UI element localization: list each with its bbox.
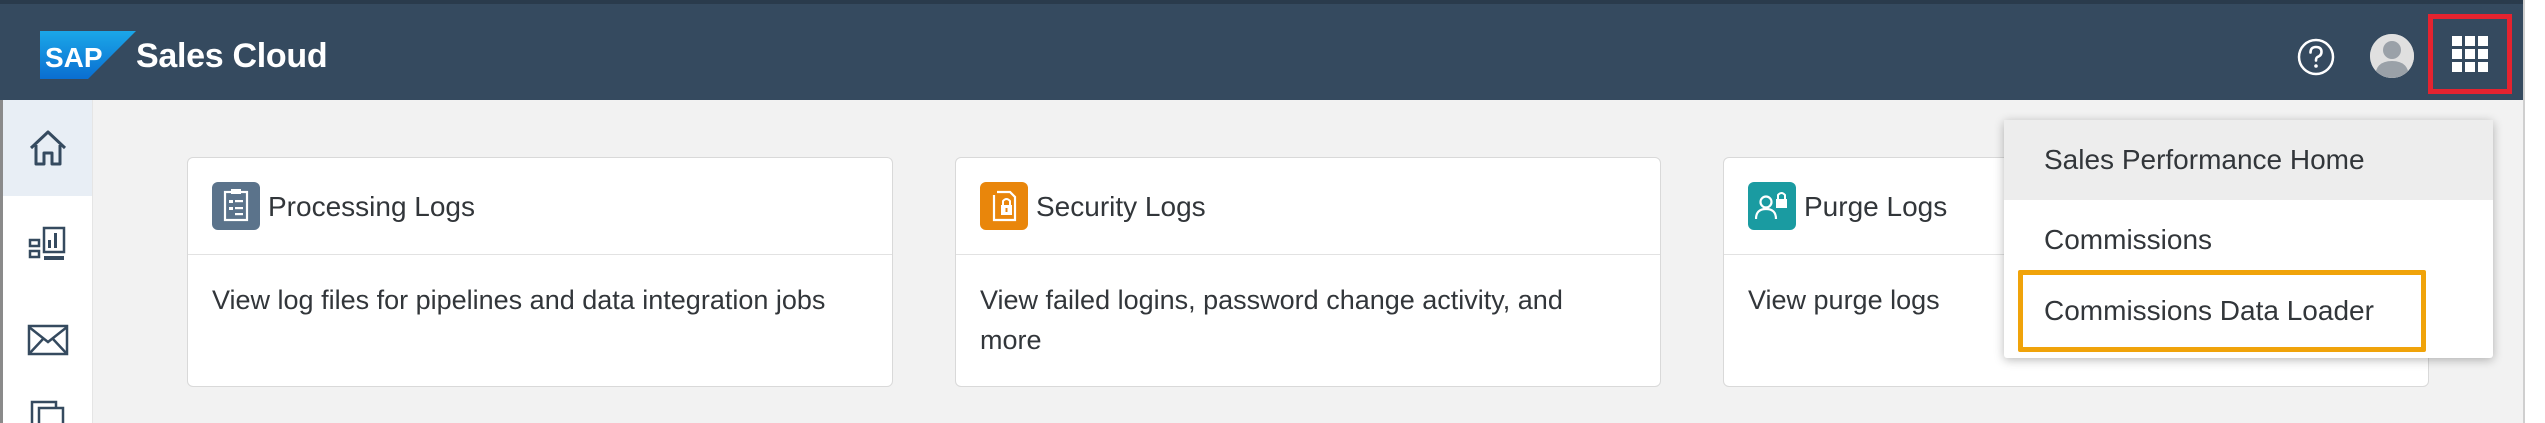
- menu-item-sales-performance-home[interactable]: Sales Performance Home: [2004, 120, 2493, 200]
- card-title: Security Logs: [1036, 191, 1206, 222]
- nav-item-analytics[interactable]: [3, 196, 92, 292]
- card-security-logs[interactable]: Security Logs View failed logins, passwo…: [955, 157, 1661, 387]
- lock-document-icon: [992, 190, 1017, 222]
- user-lock-icon: [1755, 192, 1787, 220]
- card-header: Processing Logs: [188, 158, 892, 255]
- launchpad-button[interactable]: [2428, 14, 2512, 94]
- product-name: Sales Cloud: [136, 37, 328, 75]
- menu-item-commissions-data-loader[interactable]: Commissions Data Loader: [2018, 270, 2426, 352]
- sap-logo-icon: SAP: [40, 31, 136, 79]
- card-title: Processing Logs: [268, 191, 476, 222]
- nav-item-documents[interactable]: [3, 388, 92, 423]
- launchpad-menu: Sales Performance Home Commissions Commi…: [2004, 120, 2493, 358]
- mail-icon: [27, 324, 68, 356]
- shell-bar: SAP Sales Cloud: [0, 0, 2523, 100]
- menu-item-commissions[interactable]: Commissions: [2004, 200, 2493, 280]
- nav-item-mail[interactable]: [3, 292, 92, 388]
- card-description: View failed logins, password change acti…: [980, 285, 1563, 355]
- card-icon: [1748, 182, 1796, 230]
- card-title: Purge Logs: [1804, 191, 1948, 222]
- question-circle-icon: [2297, 38, 2335, 76]
- logo-text: SAP: [45, 42, 103, 73]
- card-icon: [212, 182, 260, 230]
- card-icon: [980, 182, 1028, 230]
- sap-logo[interactable]: SAP: [40, 31, 136, 79]
- side-navigation: [3, 100, 93, 423]
- nav-item-home[interactable]: [3, 100, 92, 196]
- help-button[interactable]: [2296, 37, 2336, 77]
- document-icon: [30, 400, 64, 423]
- log-document-icon: [223, 189, 249, 222]
- card-header: Security Logs: [956, 158, 1660, 255]
- grid-icon: [2452, 36, 2488, 72]
- analytics-icon: [28, 226, 65, 260]
- user-avatar[interactable]: [2370, 34, 2414, 78]
- page-scroll-edge: [2523, 0, 2545, 423]
- card-description: View log files for pipelines and data in…: [212, 285, 826, 315]
- card-processing-logs[interactable]: Processing Logs View log files for pipel…: [187, 157, 893, 387]
- user-avatar-icon: [2370, 34, 2414, 78]
- home-icon: [29, 130, 66, 166]
